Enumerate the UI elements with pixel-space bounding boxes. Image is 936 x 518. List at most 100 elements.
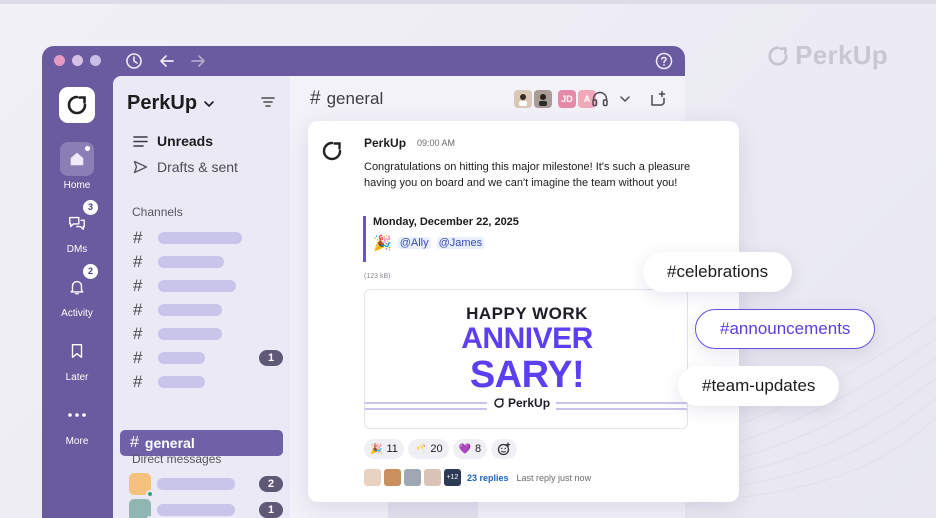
avatar (384, 469, 401, 486)
channel-name-placeholder (158, 256, 224, 268)
channel-name-placeholder (158, 304, 222, 316)
avatar (534, 90, 552, 108)
quote-date: Monday, December 22, 2025 (373, 216, 519, 228)
thread-summary[interactable]: +12 23 replies Last reply just now (364, 469, 591, 486)
new-canvas-icon[interactable] (648, 89, 668, 109)
channel-row[interactable]: # (133, 276, 283, 296)
message-card[interactable]: PerkUp 09:00 AM Congratulations on hitti… (308, 121, 739, 502)
hash-icon: # (130, 434, 139, 451)
reaction-cheers[interactable]: 🥂 20 (407, 439, 449, 459)
add-emoji-icon (498, 442, 511, 456)
avatar (129, 473, 154, 498)
sidebar-item-drafts[interactable]: Drafts & sent (133, 159, 238, 175)
reaction-party[interactable]: 🎉 11 (364, 439, 404, 459)
tag-celebrations: #celebrations (643, 252, 793, 292)
headphones-icon[interactable] (590, 89, 610, 109)
message-body: Congratulations on hitting this major mi… (364, 161, 691, 189)
dm-row[interactable]: 1 (129, 499, 283, 518)
hash-icon: # (133, 276, 143, 295)
reaction-count: 20 (430, 443, 443, 455)
maximize-window-button[interactable] (90, 55, 101, 66)
thread-replies-link[interactable]: 23 replies (467, 473, 509, 483)
activity-badge: 2 (83, 264, 98, 279)
perkup-logo-icon (768, 45, 788, 66)
channels-heading: Channels (132, 205, 183, 219)
chevron-down-icon[interactable] (618, 89, 632, 109)
gif-line-1: HAPPY WORK (466, 304, 588, 323)
filter-icon[interactable] (260, 94, 276, 110)
avatar (129, 499, 154, 518)
hash-icon: # (133, 372, 143, 391)
chat-bubbles-icon (69, 216, 85, 230)
party-popper-icon: 🎉 (373, 235, 392, 252)
tag-announcements: #announcements (695, 309, 876, 349)
channel-name-placeholder (158, 328, 222, 340)
channel-title: general (326, 89, 384, 108)
anniversary-gif[interactable]: HAPPY WORK ANNIVER SARY! PerkUp (364, 289, 688, 429)
file-size: (123 kB) (364, 273, 391, 280)
forward-arrow-icon[interactable] (188, 51, 208, 71)
history-icon[interactable] (124, 51, 144, 71)
brand-watermark: PerkUp (767, 40, 888, 71)
workspace-switcher[interactable]: PerkUp (127, 92, 215, 115)
add-reaction-button[interactable] (491, 439, 518, 459)
dm-row[interactable]: 2 (129, 473, 283, 498)
chevron-down-icon (204, 100, 214, 107)
hash-icon: # (133, 252, 143, 271)
message-author[interactable]: PerkUp (364, 136, 406, 150)
more-participants-badge: +12 (444, 469, 461, 486)
hash-icon: # (133, 228, 143, 247)
rail-item-dms[interactable]: 3 DMs (42, 200, 112, 255)
rail-label-dms: DMs (66, 244, 88, 255)
reaction-count: 11 (386, 443, 398, 455)
hash-icon: # (310, 88, 321, 109)
dm-name-placeholder (157, 504, 235, 516)
channel-row[interactable]: # (133, 300, 283, 320)
more-dots-icon (68, 413, 86, 417)
rail-label-more: More (65, 436, 89, 447)
mention-james[interactable]: @James (436, 237, 485, 249)
home-icon (70, 152, 84, 166)
workspace-logo[interactable] (59, 87, 95, 123)
avatar (424, 469, 441, 486)
title-bar (42, 46, 685, 76)
channel-row[interactable]: # 1 (133, 348, 283, 368)
hash-icon: # (133, 348, 143, 367)
sidebar-item-unreads[interactable]: Unreads (133, 133, 213, 149)
channel-row[interactable]: # (133, 228, 283, 248)
last-reply-time: Last reply just now (516, 472, 592, 483)
workspace-name: PerkUp (127, 92, 198, 114)
minimize-window-button[interactable] (72, 55, 83, 66)
reaction-heart[interactable]: 💜 8 (452, 439, 488, 459)
gif-brand-text: PerkUp (508, 396, 551, 410)
rail-item-home[interactable]: Home (42, 142, 112, 191)
dms-badge: 3 (83, 200, 98, 215)
rail-item-later[interactable]: Later (42, 334, 112, 383)
dm-name-placeholder (157, 478, 235, 490)
message-timestamp[interactable]: 09:00 AM (417, 138, 455, 148)
hash-icon: # (133, 300, 143, 319)
rail-item-more[interactable]: More (42, 398, 112, 447)
channel-header[interactable]: # general (310, 88, 383, 110)
channel-name-placeholder (158, 232, 242, 244)
channel-name-placeholder (158, 376, 205, 388)
avatar (514, 90, 532, 108)
channel-row[interactable]: # (133, 324, 283, 344)
message-quote: Monday, December 22, 2025 🎉 @Ally @James (363, 216, 543, 262)
reactions-bar: 🎉 11 🥂 20 💜 8 (364, 439, 518, 459)
close-window-button[interactable] (54, 55, 65, 66)
purple-heart-icon: 💜 (458, 443, 472, 455)
help-icon[interactable] (654, 51, 674, 71)
active-channel-label: general (144, 435, 195, 451)
dm-count-badge: 2 (259, 476, 283, 492)
mention-ally[interactable]: @Ally (397, 237, 431, 249)
back-arrow-icon[interactable] (157, 51, 177, 71)
top-frame-border (0, 0, 936, 4)
channel-row[interactable]: # (133, 372, 283, 392)
channel-members[interactable]: JD A (514, 90, 598, 108)
unreads-icon (133, 135, 148, 147)
rail-item-activity[interactable]: 2 Activity (42, 264, 112, 319)
channel-row[interactable]: # (133, 252, 283, 272)
channel-name-placeholder (158, 352, 205, 364)
perkup-logo-icon (322, 141, 342, 161)
